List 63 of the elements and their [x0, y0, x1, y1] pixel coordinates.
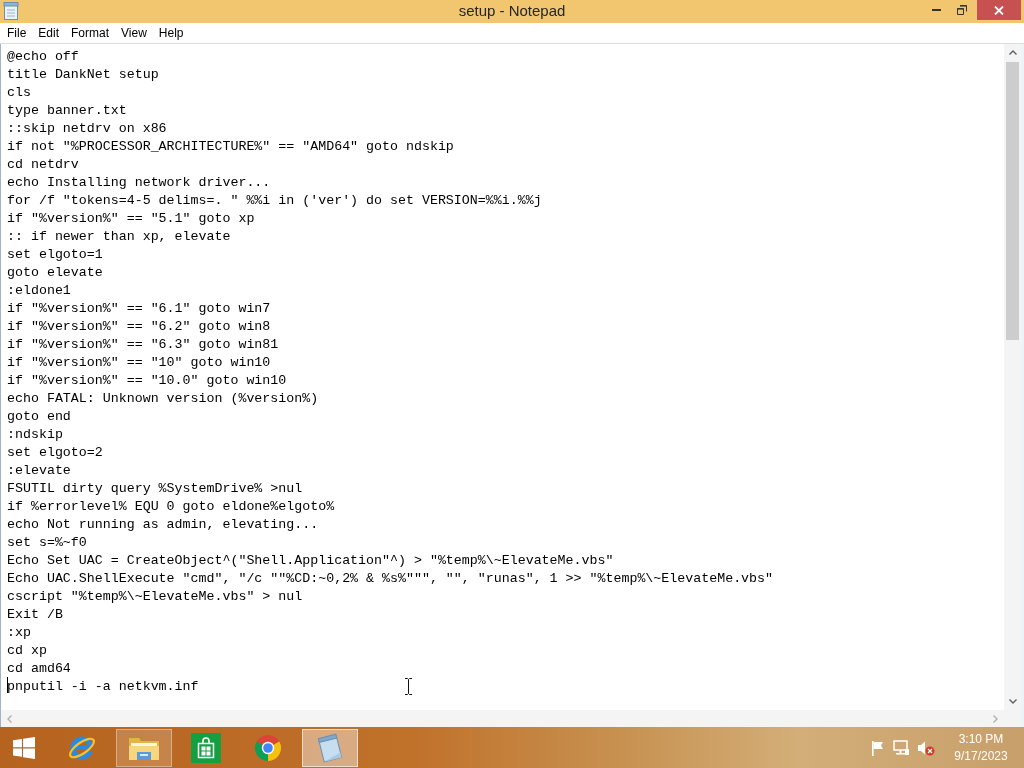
code-line: pnputil -i -a netkvm.inf	[7, 679, 199, 694]
four-panes-icon	[13, 736, 35, 759]
code-line: Echo Set UAC = CreateObject^("Shell.Application"^) > "%temp%\~ElevateMe.vbs"	[7, 553, 614, 568]
code-line: cd xp	[7, 643, 47, 658]
code-line: if "%version%" == "10.0" goto win10	[7, 373, 287, 388]
code-line: goto end	[7, 409, 71, 424]
code-line: :ndskip	[7, 427, 63, 442]
chevron-up-icon	[1008, 50, 1017, 55]
menu-item[interactable]: Help	[152, 23, 190, 43]
code-line: if "%version%" == "5.1" goto xp	[7, 211, 255, 226]
menu-item[interactable]: View	[115, 23, 153, 43]
scroll-thumb[interactable]	[1006, 62, 1019, 340]
code-line: for /f "tokens=4-5 delims=. " %%i in ('ver') do set VERSION=%%i.%%j	[7, 193, 542, 208]
menu-item[interactable]: File	[1, 23, 33, 43]
code-line: title DankNet setup	[7, 67, 159, 82]
code-line: cd netdrv	[7, 157, 79, 172]
code-line: cls	[7, 85, 31, 100]
code-line: if "%version%" == "6.2" goto win8	[7, 319, 271, 334]
code-line: goto elevate	[7, 265, 103, 280]
chevron-left-icon	[7, 714, 12, 723]
code-line: if "%version%" == "10" goto win10	[7, 355, 271, 370]
code-line: @echo off	[7, 49, 79, 64]
restore-icon	[957, 5, 967, 15]
taskbar-button[interactable]	[116, 728, 172, 767]
code-line: cd amd64	[7, 661, 71, 676]
code-line: type banner.txt	[7, 103, 127, 118]
code-line: if %errorlevel% EQU 0 goto eldone%elgoto%	[7, 499, 335, 514]
notepad-icon	[3, 2, 19, 20]
code-line: if not "%PROCESSOR_ARCHITECTURE%" == "AMD64" goto ndskip	[7, 139, 454, 154]
minimize-icon	[931, 9, 941, 11]
code-line: echo Not running as admin, elevating...	[7, 517, 319, 532]
code-line: Exit /B	[7, 607, 63, 622]
code-line: echo Installing network driver...	[7, 175, 271, 190]
horizontal-scrollbar[interactable]	[0, 710, 1004, 727]
window-title: setup - Notepad	[458, 1, 566, 21]
taskbar-button[interactable]	[302, 728, 358, 767]
code-line: :: if newer than xp, elevate	[7, 229, 231, 244]
code-line: :eldone1	[7, 283, 71, 298]
chevron-down-icon	[1008, 699, 1017, 704]
menu-item[interactable]: Format	[65, 23, 116, 43]
circle-logo-icon	[254, 733, 282, 762]
close-button[interactable]	[977, 0, 1021, 20]
menu-item[interactable]: Edit	[32, 23, 66, 43]
shopping-bag-icon	[191, 732, 221, 763]
code-line: set elgoto=1	[7, 247, 103, 262]
code-line: :xp	[7, 625, 31, 640]
code-line: FSUTIL dirty query %SystemDrive% >nul	[7, 481, 303, 496]
code-line: Echo UAC.ShellExecute "cmd", "/c ""%CD:~0,2% & %s%""", "", "runas", 1 >> "%temp%\~ElevateMe.vbs"	[7, 571, 774, 586]
network-icon[interactable]	[893, 739, 910, 756]
code-line: if "%version%" == "6.1" goto win7	[7, 301, 271, 316]
code-line: cscript "%temp%\~ElevateMe.vbs" > nul	[7, 589, 303, 604]
chevron-right-icon	[993, 714, 998, 723]
flag-icon[interactable]	[870, 739, 886, 756]
code-line: :elevate	[7, 463, 71, 478]
code-line: ::skip netdrv on x86	[7, 121, 167, 136]
code-line: set elgoto=2	[7, 445, 103, 460]
close-icon	[994, 5, 1004, 15]
code-line: echo FATAL: Unknown version (%version%)	[7, 391, 319, 406]
code-line: if "%version%" == "6.3" goto win81	[7, 337, 279, 352]
vertical-scrollbar[interactable]	[1004, 44, 1021, 710]
speaker-muted-icon[interactable]	[917, 739, 935, 756]
code-line: set s=%~f0	[7, 535, 87, 550]
i-beam-cursor-icon	[405, 678, 412, 695]
